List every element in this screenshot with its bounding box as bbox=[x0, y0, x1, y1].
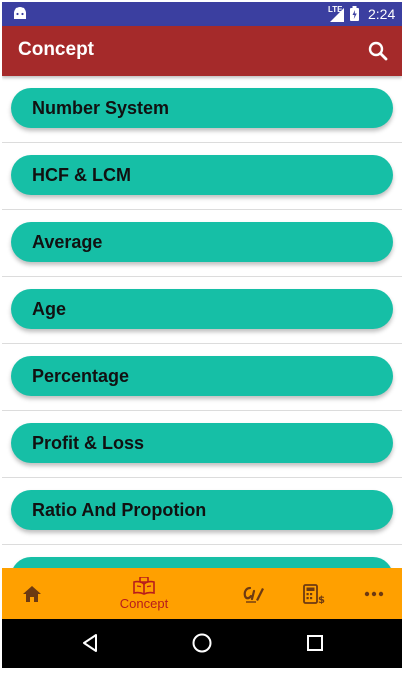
list-item: Profit & Loss bbox=[2, 411, 402, 478]
search-icon bbox=[368, 41, 388, 61]
list-item bbox=[2, 545, 402, 568]
topic-label: Ratio And Propotion bbox=[32, 500, 207, 520]
topic-button-number-system[interactable]: Number System bbox=[11, 88, 393, 128]
list-item: Percentage bbox=[2, 344, 402, 411]
more-icon bbox=[364, 591, 384, 596]
topic-button-average[interactable]: Average bbox=[11, 222, 393, 262]
recents-icon[interactable] bbox=[303, 631, 327, 655]
list-item: Average bbox=[2, 210, 402, 277]
nav-more[interactable] bbox=[352, 568, 396, 619]
nav-concept[interactable]: Concept bbox=[108, 568, 180, 619]
back-icon[interactable] bbox=[78, 631, 102, 655]
nav-home[interactable] bbox=[10, 568, 54, 619]
nav-concept-label: Concept bbox=[119, 595, 169, 611]
topic-label: Percentage bbox=[32, 366, 130, 386]
topic-label: HCF & LCM bbox=[32, 165, 131, 185]
home-circle-icon[interactable] bbox=[190, 631, 214, 655]
app-bar: Concept bbox=[2, 26, 402, 76]
search-button[interactable] bbox=[364, 37, 392, 65]
topic-label: Average bbox=[32, 232, 103, 252]
list-item: Number System bbox=[2, 76, 402, 143]
calculator-icon: $ bbox=[303, 583, 325, 604]
nav-calculator[interactable]: $ bbox=[292, 568, 336, 619]
topic-label: Profit & Loss bbox=[32, 433, 145, 453]
system-navigation-bar bbox=[2, 619, 402, 668]
topic-button-profit-loss[interactable]: Profit & Loss bbox=[11, 423, 393, 463]
signal-icon bbox=[330, 8, 344, 22]
bottom-navigation: Concept $ bbox=[2, 568, 402, 619]
android-icon bbox=[14, 7, 26, 19]
battery-icon bbox=[350, 6, 359, 21]
book-icon bbox=[133, 576, 155, 595]
status-bar: LTE 2:24 bbox=[2, 2, 402, 26]
topic-button-age[interactable]: Age bbox=[11, 289, 393, 329]
concept-list[interactable]: Number System HCF & LCM Average Age Perc… bbox=[2, 76, 402, 568]
quiz-pencil-icon bbox=[243, 586, 264, 603]
topic-label: Age bbox=[32, 299, 67, 319]
list-item: HCF & LCM bbox=[2, 143, 402, 210]
home-icon bbox=[23, 585, 41, 602]
svg-text:$: $ bbox=[318, 595, 325, 604]
clock: 2:24 bbox=[368, 6, 396, 22]
topic-button-ratio-proportion[interactable]: Ratio And Propotion bbox=[11, 490, 393, 530]
list-item: Age bbox=[2, 277, 402, 344]
topic-button-partial[interactable] bbox=[11, 557, 393, 568]
page-title: Concept bbox=[18, 39, 94, 60]
topic-button-hcf-lcm[interactable]: HCF & LCM bbox=[11, 155, 393, 195]
topic-label: Number System bbox=[32, 98, 170, 118]
list-item: Ratio And Propotion bbox=[2, 478, 402, 545]
topic-button-percentage[interactable]: Percentage bbox=[11, 356, 393, 396]
app-screen: LTE 2:24 Concept Number System HCF & LCM… bbox=[2, 2, 402, 668]
nav-quiz[interactable] bbox=[232, 568, 276, 619]
